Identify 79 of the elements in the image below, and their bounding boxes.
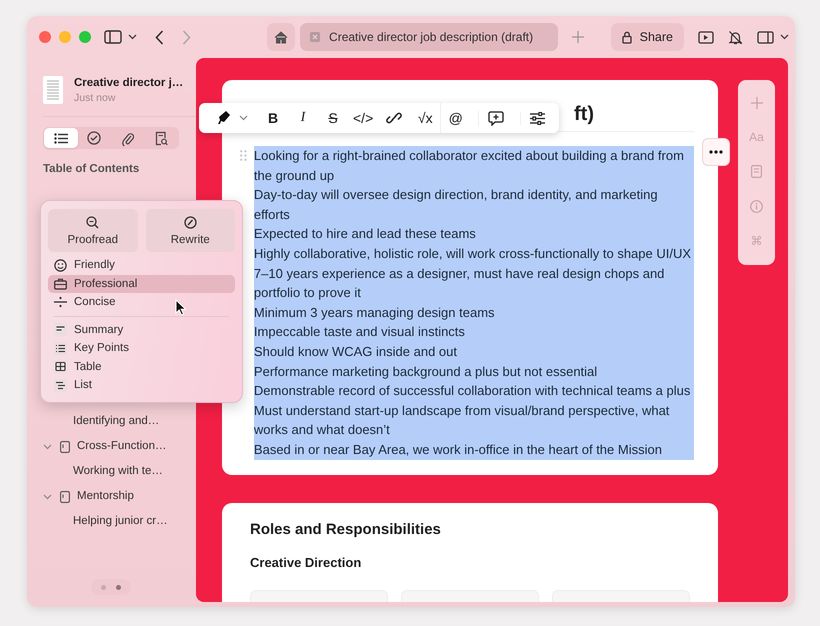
- back-icon[interactable]: [155, 30, 164, 44]
- sliders-icon[interactable]: [520, 112, 546, 124]
- format-menu-item[interactable]: Key Points: [48, 339, 235, 358]
- format-button[interactable]: </>: [348, 103, 378, 133]
- format-button[interactable]: √x: [410, 103, 440, 133]
- page-dot[interactable]: [101, 584, 106, 590]
- sidebar-toggle-icon[interactable]: [104, 30, 122, 44]
- document-search-icon: [154, 130, 168, 146]
- body-text: Expected to hire and lead these teams: [254, 225, 477, 244]
- format-menu-item[interactable]: Table: [48, 358, 235, 376]
- chevron-down-icon[interactable]: [780, 34, 789, 40]
- chevron-down-icon[interactable]: [239, 115, 248, 121]
- ellipsis-icon: [709, 150, 723, 154]
- toc-entry[interactable]: Working with te…: [43, 459, 196, 484]
- format-button[interactable]: @: [440, 103, 470, 133]
- document-thumbnail-icon: [43, 76, 63, 104]
- proofread-button[interactable]: Proofread: [48, 209, 138, 252]
- body-text: Performance marketing background a plus but not essential: [254, 362, 598, 381]
- list-icon: [54, 378, 67, 392]
- toc-heading: Table of Contents: [43, 163, 140, 175]
- divide-icon: [54, 296, 67, 308]
- page-icon: [60, 490, 70, 502]
- toc-section[interactable]: Cross-Function…: [77, 434, 166, 459]
- body-text: Minimum 3 years managing design teams: [254, 304, 496, 322]
- play-icon[interactable]: [698, 30, 714, 44]
- more-button[interactable]: [702, 138, 730, 166]
- home-icon: [274, 30, 288, 44]
- format-button[interactable]: I: [288, 103, 318, 133]
- format-button[interactable]: S: [318, 103, 348, 133]
- body-text: Highly collaborative, holistic role, will work cross-functionally to shape UI/UX: [254, 244, 692, 263]
- bullet-list-icon: [54, 342, 67, 355]
- contents-tab[interactable]: [44, 128, 78, 148]
- toc-entry[interactable]: Identifying and…: [43, 409, 196, 434]
- link-icon[interactable]: [386, 110, 402, 126]
- paperclip-icon: [122, 130, 134, 146]
- page-dot[interactable]: [116, 584, 121, 590]
- home-button[interactable]: [267, 23, 296, 51]
- body-text: Must understand start-up landscape from visual/brand perspective, what works and what doesn’t: [254, 402, 670, 440]
- table-icon: [54, 360, 67, 374]
- document-title: Creative director j…: [74, 76, 184, 88]
- format-menu-item[interactable]: List: [48, 376, 235, 394]
- format-menu-item[interactable]: Summary: [48, 320, 235, 339]
- body-text: Day-to-day will oversee design direction, brand identity, and marketing efforts: [254, 186, 659, 224]
- magnifier-icon: [86, 216, 100, 228]
- document-heading: ft): [574, 102, 594, 126]
- lock-icon: [622, 30, 632, 44]
- body-text: Looking for a right-brained collaborator excited about building a brand from the ground up: [254, 147, 685, 185]
- briefcase-icon: [54, 278, 67, 290]
- page-icon: [60, 440, 70, 452]
- toc-section[interactable]: Mentorship: [77, 484, 134, 509]
- bell-slash-icon[interactable]: [728, 30, 743, 44]
- document-tab[interactable]: Creative director job description (draft): [300, 23, 558, 51]
- section-subtitle: Creative Direction: [250, 555, 362, 570]
- body-text: Based in or near Bay Area, we work in-office in the heart of the Mission: [254, 440, 663, 459]
- share-button[interactable]: Share: [610, 23, 684, 51]
- rewrite-button[interactable]: Rewrite: [146, 209, 235, 252]
- body-text: Demonstrable record of successful collaboration with technical teams a plus: [254, 382, 692, 400]
- right-panel-icon[interactable]: [757, 30, 774, 44]
- mouse-pointer-icon: [175, 299, 187, 316]
- tone-menu-item[interactable]: Concise: [48, 293, 235, 312]
- body-text: 7–10 years experience as a designer, must have real design chops and portfolio to prove it: [254, 264, 666, 302]
- format-button[interactable]: B: [258, 103, 288, 133]
- drag-handle-icon[interactable]: [240, 150, 247, 161]
- tab-title: Creative director job description (draft): [329, 30, 534, 44]
- section-title: Roles and Responsibilities: [250, 521, 442, 538]
- toc-entry[interactable]: Helping junior cr…: [43, 509, 196, 534]
- add-comment-icon[interactable]: [478, 110, 504, 126]
- checkmark-circle-icon: [87, 131, 102, 145]
- tone-menu-item[interactable]: Professional: [48, 274, 235, 293]
- body-text: Should know WCAG inside and out: [254, 342, 458, 361]
- summary-icon: [54, 323, 67, 336]
- document-timestamp: Just now: [74, 92, 116, 104]
- tone-menu-item[interactable]: Friendly: [48, 256, 235, 274]
- smiley-icon: [54, 258, 67, 272]
- highlighter-icon[interactable]: [217, 110, 231, 126]
- body-text: Impeccable taste and visual instincts: [254, 323, 466, 342]
- chevron-down-icon[interactable]: [128, 34, 137, 40]
- list-icon: [54, 132, 68, 144]
- rewrite-icon: [184, 216, 197, 228]
